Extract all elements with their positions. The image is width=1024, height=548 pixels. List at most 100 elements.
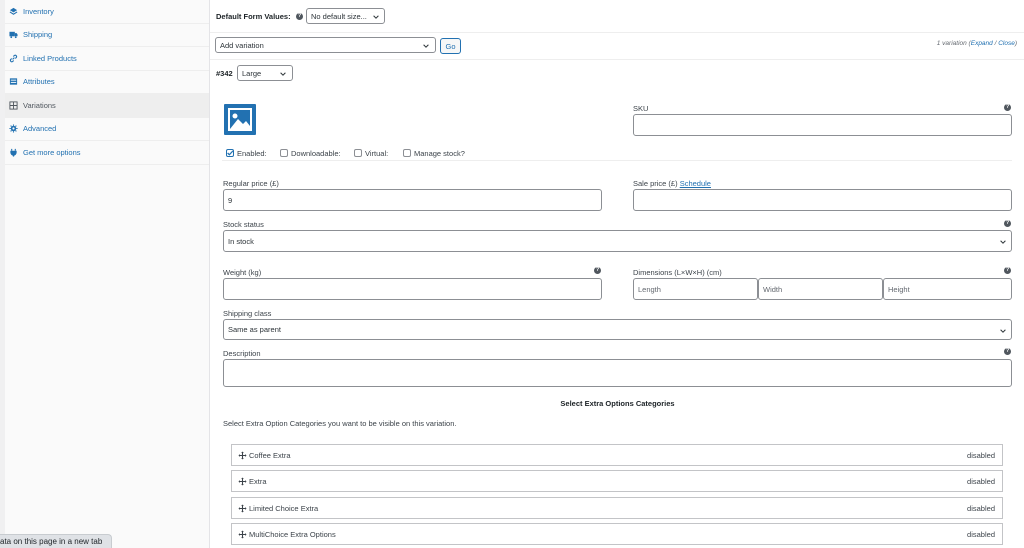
grid-icon (9, 101, 18, 110)
expand-link[interactable]: Expand (971, 40, 993, 47)
variation-size-value: Large (242, 68, 262, 78)
sidebar-item-variations[interactable]: Variations (5, 94, 209, 118)
extra-options-hint: Select Extra Option Categories you want … (223, 419, 457, 428)
stock-status-value: In stock (228, 236, 254, 246)
downloadable-label: Downloadable: (291, 149, 341, 158)
length-input[interactable]: Length (633, 278, 758, 300)
sidebar-item-label: Attributes (23, 77, 55, 87)
description-label: Description (223, 349, 261, 358)
add-variation-toolbar: Add variation Go 1 variation (Expand / C… (210, 33, 1024, 60)
help-icon[interactable]: ? (296, 13, 303, 20)
sidebar-item-get-more-options[interactable]: Get more options (5, 141, 209, 165)
sidebar-item-label: Advanced (23, 124, 57, 134)
virtual-checkbox[interactable] (354, 149, 362, 157)
extra-options-heading: Select Extra Options Categories (560, 399, 675, 408)
enabled-label: Enabled: (237, 149, 267, 158)
truck-icon (9, 30, 18, 39)
sidebar-item-label: Linked Products (23, 53, 77, 63)
extra-option-status: disabled (967, 529, 995, 539)
variation-count-text: 1 variation ( (936, 40, 971, 47)
stock-status-label: Stock status (223, 220, 264, 229)
sidebar-item-label: Shipping (23, 30, 53, 40)
add-variation-value: Add variation (220, 40, 264, 50)
downloadable-checkbox[interactable] (280, 149, 288, 157)
width-placeholder: Width (763, 284, 783, 294)
sku-label: SKU (633, 104, 649, 113)
extra-option-name: MultiChoice Extra Options (249, 529, 336, 539)
sidebar-item-attributes[interactable]: Attributes (5, 71, 209, 94)
move-icon[interactable] (238, 503, 247, 513)
extra-option-status: disabled (967, 503, 995, 513)
description-textarea[interactable] (223, 359, 1012, 387)
extra-option-name: Extra (249, 476, 267, 486)
extra-option-name: Coffee Extra (249, 450, 291, 460)
checkmark-icon (227, 150, 234, 156)
image-placeholder-icon (228, 108, 252, 131)
help-icon[interactable]: ? (1004, 220, 1011, 227)
sale-price-label-text: Sale price (£) (633, 179, 678, 188)
default-size-value: No default size... (311, 11, 367, 21)
browser-status-bar: ata on this page in a new tab (0, 534, 112, 548)
virtual-label: Virtual: (365, 149, 389, 158)
gear-icon (9, 124, 18, 133)
regular-price-input[interactable]: 9 (223, 189, 602, 211)
list-icon (9, 77, 18, 86)
variation-count-end: ) (1014, 40, 1017, 47)
default-form-label: Default Form Values: (216, 12, 291, 21)
move-icon[interactable] (238, 529, 247, 539)
help-icon[interactable]: ? (594, 267, 601, 274)
sale-price-input[interactable] (633, 189, 1012, 211)
stock-status-select[interactable]: In stock (223, 230, 1012, 252)
sidebar-item-label: Inventory (23, 6, 54, 16)
help-icon[interactable]: ? (1004, 104, 1011, 111)
go-button[interactable]: Go (440, 38, 461, 54)
default-form-toolbar: Default Form Values: ? No default size..… (210, 0, 1024, 33)
variation-id: #342 (216, 69, 233, 78)
default-size-select[interactable]: No default size... (306, 8, 385, 24)
manage-stock-label: Manage stock? (414, 149, 465, 158)
shipping-class-select[interactable]: Same as parent (223, 319, 1012, 340)
sale-price-label: Sale price (£) Schedule (633, 179, 711, 188)
chevron-down-icon (423, 43, 429, 48)
width-input[interactable]: Width (758, 278, 883, 300)
help-icon[interactable]: ? (1004, 267, 1011, 274)
weight-label: Weight (kg) (223, 268, 262, 277)
extra-option-name: Limited Choice Extra (249, 503, 319, 513)
sidebar-item-linked-products[interactable]: Linked Products (5, 47, 209, 71)
variation-count: 1 variation (Expand / Close) (937, 40, 1017, 47)
sidebar-item-shipping[interactable]: Shipping (5, 24, 209, 47)
sidebar-item-label: Variations (23, 100, 56, 110)
sidebar-item-label: Get more options (23, 147, 81, 157)
move-icon[interactable] (238, 450, 247, 460)
chevron-down-icon (1000, 328, 1006, 333)
shipping-class-value: Same as parent (228, 325, 281, 334)
schedule-link[interactable]: Schedule (680, 179, 711, 188)
shipping-class-label: Shipping class (223, 309, 272, 318)
variations-panel: Default Form Values: ? No default size..… (210, 0, 1024, 548)
height-input[interactable]: Height (883, 278, 1012, 300)
enabled-checkbox[interactable] (226, 149, 234, 157)
link-icon (9, 54, 18, 63)
move-icon[interactable] (238, 476, 247, 486)
inventory-icon (9, 7, 18, 16)
divider (222, 160, 1012, 161)
regular-price-label: Regular price (£) (223, 179, 279, 188)
extra-option-row[interactable]: Extra disabled (231, 470, 1003, 492)
sidebar-item-advanced[interactable]: Advanced (5, 118, 209, 141)
sku-input[interactable] (633, 114, 1012, 136)
plugin-icon (9, 148, 18, 157)
extra-option-row[interactable]: MultiChoice Extra Options disabled (231, 523, 1003, 545)
chevron-down-icon (280, 71, 286, 76)
product-data-tabs: Inventory Shipping Linked Products Attri… (5, 0, 210, 548)
extra-option-row[interactable]: Coffee Extra disabled (231, 444, 1003, 466)
sidebar-item-inventory[interactable]: Inventory (5, 0, 209, 24)
help-icon[interactable]: ? (1004, 348, 1011, 355)
manage-stock-checkbox[interactable] (403, 149, 411, 157)
variation-size-select[interactable]: Large (237, 65, 293, 81)
add-variation-select[interactable]: Add variation (215, 37, 436, 53)
extra-option-row[interactable]: Limited Choice Extra disabled (231, 497, 1003, 519)
weight-input[interactable] (223, 278, 602, 300)
close-link[interactable]: Close (998, 40, 1015, 47)
variation-image-upload[interactable] (224, 104, 256, 135)
extra-option-status: disabled (967, 450, 995, 460)
